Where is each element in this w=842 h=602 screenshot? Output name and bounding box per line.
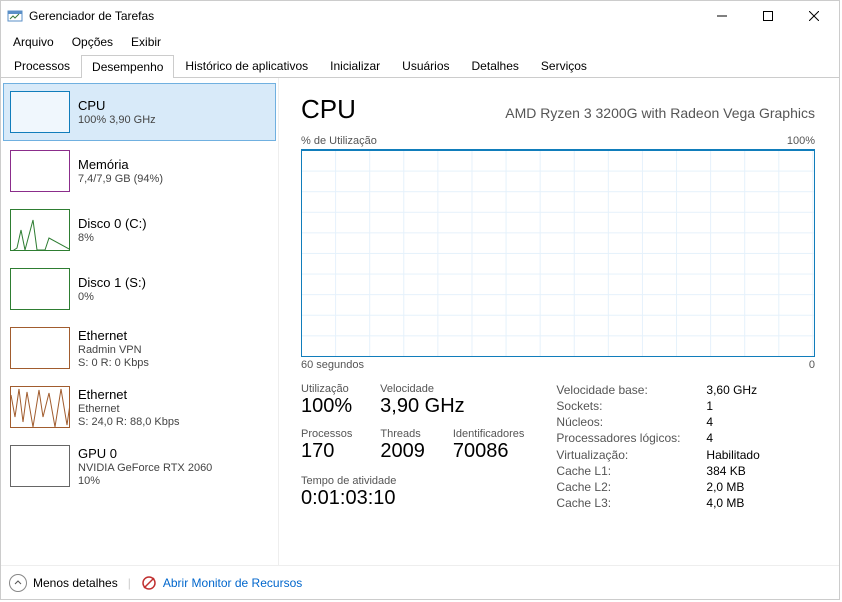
spark-chart: [10, 445, 70, 487]
spec-virtualization-label: Virtualização:: [556, 448, 706, 462]
tab-processes[interactable]: Processos: [3, 54, 81, 77]
stat-threads: Threads 2009: [380, 428, 425, 463]
maximize-button[interactable]: [745, 1, 791, 31]
spark-chart: [10, 150, 70, 192]
spec-sockets-label: Sockets:: [556, 399, 706, 413]
side-title: GPU 0: [78, 446, 212, 461]
chart-label-top-left: % de Utilização: [301, 135, 377, 147]
spec-cores-label: Núcleos:: [556, 415, 706, 429]
tab-details[interactable]: Detalhes: [461, 54, 530, 77]
cpu-detail-panel: CPU AMD Ryzen 3 3200G with Radeon Vega G…: [279, 78, 839, 565]
page-title: CPU: [301, 94, 356, 125]
side-title: Disco 0 (C:): [78, 216, 147, 231]
side-title: Ethernet: [78, 387, 180, 402]
tab-startup[interactable]: Inicializar: [319, 54, 391, 77]
tab-services[interactable]: Serviços: [530, 54, 598, 77]
chart-label-bottom-left: 60 segundos: [301, 359, 364, 371]
fewer-details-button[interactable]: Menos detalhes: [9, 574, 118, 592]
spec-l1-label: Cache L1:: [556, 464, 706, 478]
sidebar-item-net-5[interactable]: EthernetEthernetS: 24,0 R: 88,0 Kbps: [3, 378, 276, 436]
resource-monitor-icon: [141, 575, 157, 591]
chart-label-bottom-right: 0: [809, 359, 815, 371]
stat-uptime-value: 0:01:03:10: [301, 487, 524, 510]
spark-chart: [10, 268, 70, 310]
tab-app-history[interactable]: Histórico de aplicativos: [174, 54, 319, 77]
sidebar-item-disk-3[interactable]: Disco 1 (S:)0%: [3, 260, 276, 318]
cpu-utilization-chart[interactable]: [301, 149, 815, 357]
performance-sidebar: CPU100% 3,90 GHzMemória7,4/7,9 GB (94%)D…: [1, 78, 279, 565]
tab-users[interactable]: Usuários: [391, 54, 460, 77]
stat-handles: Identificadores 70086: [453, 428, 525, 463]
footer-bar: Menos detalhes | Abrir Monitor de Recurs…: [1, 565, 839, 599]
side-title: CPU: [78, 98, 156, 113]
close-button[interactable]: [791, 1, 837, 31]
cpu-name: AMD Ryzen 3 3200G with Radeon Vega Graph…: [505, 105, 815, 121]
tab-bar: Processos Desempenho Histórico de aplica…: [1, 53, 839, 78]
spark-chart: [10, 386, 70, 428]
spec-base-speed-label: Velocidade base:: [556, 383, 706, 397]
side-sub: Ethernet: [78, 403, 180, 415]
menubar: Arquivo Opções Exibir: [1, 31, 839, 53]
side-title: Ethernet: [78, 328, 149, 343]
stat-speed: Velocidade 3,90 GHz: [380, 383, 464, 418]
spark-chart: [10, 209, 70, 251]
sidebar-item-cpu-0[interactable]: CPU100% 3,90 GHz: [3, 83, 276, 141]
stat-processes: Processos 170: [301, 428, 352, 463]
side-title: Disco 1 (S:): [78, 275, 146, 290]
stat-utilization: Utilização 100%: [301, 383, 352, 418]
sidebar-item-net-4[interactable]: EthernetRadmin VPNS: 0 R: 0 Kbps: [3, 319, 276, 377]
stat-uptime-label: Tempo de atividade: [301, 475, 524, 487]
cpu-spec-table: Velocidade base:3,60 GHz Sockets:1 Núcle…: [556, 383, 786, 510]
side-sub: 7,4/7,9 GB (94%): [78, 173, 163, 185]
open-resource-monitor-link[interactable]: Abrir Monitor de Recursos: [141, 575, 302, 591]
side-sub: S: 24,0 R: 88,0 Kbps: [78, 416, 180, 428]
sidebar-item-disk-2[interactable]: Disco 0 (C:)8%: [3, 201, 276, 259]
sidebar-item-mem-1[interactable]: Memória7,4/7,9 GB (94%): [3, 142, 276, 200]
side-sub: S: 0 R: 0 Kbps: [78, 357, 149, 369]
spec-l3-label: Cache L3:: [556, 496, 706, 510]
menu-view[interactable]: Exibir: [123, 33, 169, 51]
side-sub: 0%: [78, 291, 146, 303]
chart-label-top-right: 100%: [787, 135, 815, 147]
sidebar-item-gpu-6[interactable]: GPU 0NVIDIA GeForce RTX 206010%: [3, 437, 276, 495]
spark-chart: [10, 91, 70, 133]
task-manager-window: Gerenciador de Tarefas Arquivo Opções Ex…: [0, 0, 840, 600]
chevron-up-icon: [9, 574, 27, 592]
spec-logical-label: Processadores lógicos:: [556, 431, 706, 445]
menu-options[interactable]: Opções: [64, 33, 121, 51]
side-title: Memória: [78, 157, 163, 172]
minimize-button[interactable]: [699, 1, 745, 31]
spark-chart: [10, 327, 70, 369]
side-sub: NVIDIA GeForce RTX 2060: [78, 462, 212, 474]
menu-file[interactable]: Arquivo: [5, 33, 62, 51]
side-sub: 10%: [78, 475, 212, 487]
tab-performance[interactable]: Desempenho: [81, 55, 174, 78]
side-sub: 8%: [78, 232, 147, 244]
side-sub: Radmin VPN: [78, 344, 149, 356]
app-icon: [7, 8, 23, 24]
window-title: Gerenciador de Tarefas: [29, 9, 699, 23]
spec-l2-label: Cache L2:: [556, 480, 706, 494]
side-sub: 100% 3,90 GHz: [78, 114, 156, 126]
